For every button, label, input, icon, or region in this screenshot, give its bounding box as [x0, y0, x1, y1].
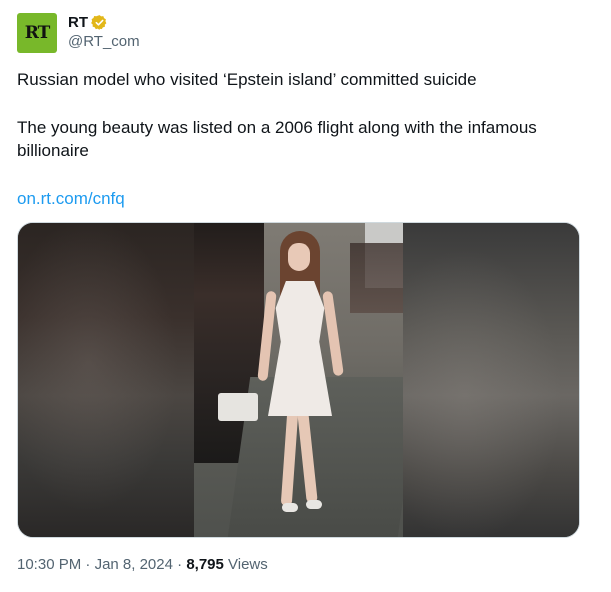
avatar-logo-text: RT: [24, 23, 51, 43]
avatar[interactable]: RT: [17, 13, 57, 53]
verified-badge-icon[interactable]: [91, 14, 108, 31]
tweet-date[interactable]: Jan 8, 2024: [95, 556, 173, 573]
meta-separator: ·: [81, 556, 95, 573]
views-count: 8,795: [186, 556, 224, 573]
tweet-media-photo[interactable]: [17, 222, 580, 538]
meta-separator-2: ·: [172, 556, 187, 573]
name-row: RT: [68, 14, 140, 31]
runway-photo-image: [194, 223, 405, 537]
display-name[interactable]: RT: [68, 14, 88, 31]
blurred-background-right: [403, 223, 579, 537]
author-names: RT @RT_com: [68, 14, 140, 50]
views-label: Views: [223, 556, 268, 573]
tweet-time[interactable]: 10:30 PM: [17, 556, 81, 573]
tweet-text-headline: Russian model who visited ‘Epstein islan…: [17, 70, 477, 89]
author-handle[interactable]: @RT_com: [68, 33, 140, 50]
blurred-background-left: [18, 223, 194, 537]
tweet-meta: 10:30 PM · Jan 8, 2024 · 8,795 Views: [17, 556, 268, 573]
tweet-header: RT RT @RT_com: [17, 13, 140, 53]
tweet-link[interactable]: on.rt.com/cnfq: [17, 187, 597, 210]
tweet-text-body: The young beauty was listed on a 2006 fl…: [17, 118, 537, 160]
model-figure: [254, 231, 344, 531]
